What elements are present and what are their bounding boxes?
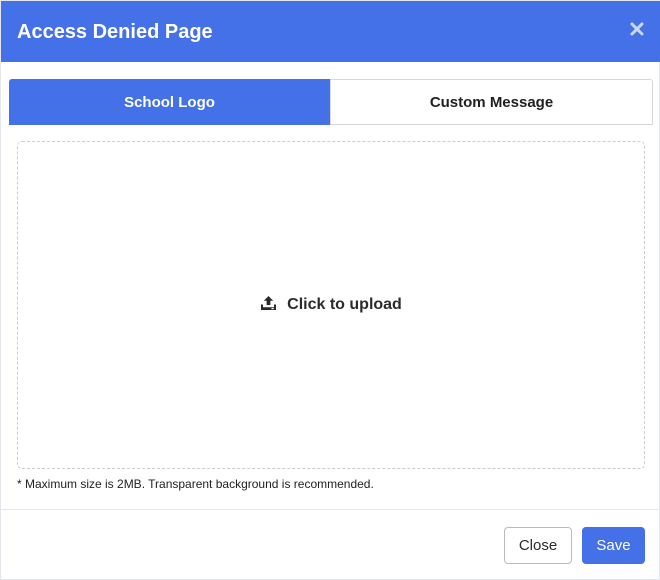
tab-label: Custom Message — [429, 93, 554, 111]
dialog-title: Access Denied Page — [17, 21, 213, 43]
tab-custom-message[interactable]: Custom Message — [330, 79, 653, 125]
upload-content: Click to upload — [260, 295, 402, 316]
tab-school-logo[interactable]: School Logo — [9, 79, 330, 125]
close-icon[interactable] — [627, 19, 647, 39]
tab-label: School Logo — [124, 93, 215, 111]
footer-divider — [1, 509, 660, 510]
upload-label: Click to upload — [287, 296, 402, 313]
close-button[interactable]: Close — [504, 527, 572, 564]
tab-bar: School Logo Custom Message — [9, 79, 653, 125]
upload-dropzone[interactable]: Click to upload — [17, 141, 645, 469]
upload-hint: * Maximum size is 2MB. Transparent backg… — [17, 477, 374, 491]
dialog-header: Access Denied Page — [1, 1, 660, 62]
save-button[interactable]: Save — [582, 527, 645, 564]
access-denied-dialog: Access Denied Page School Logo Custom Me… — [0, 0, 660, 580]
upload-icon — [260, 295, 277, 316]
